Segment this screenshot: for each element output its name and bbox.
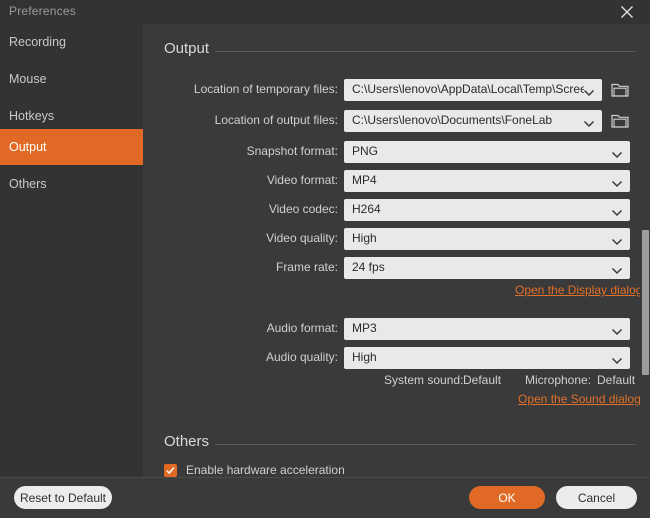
folder-icon <box>611 114 629 133</box>
video-quality-dropdown[interactable]: High <box>344 228 630 250</box>
dropdown-value: High <box>352 231 377 245</box>
dropdown-value: MP3 <box>352 321 377 335</box>
video-format-dropdown[interactable]: MP4 <box>344 170 630 192</box>
chevron-down-icon <box>611 353 623 365</box>
settings-scrollbar-track[interactable] <box>640 24 650 477</box>
folder-icon <box>611 83 629 102</box>
dropdown-value: 24 fps <box>352 260 385 274</box>
system-sound-label: System sound: <box>384 373 464 387</box>
sidebar-item-label: Output <box>9 140 47 154</box>
sidebar-item-others[interactable]: Others <box>0 166 143 202</box>
dropdown-value: MP4 <box>352 173 377 187</box>
settings-scrollbar-thumb[interactable] <box>642 230 649 375</box>
hardware-acceleration-label: Enable hardware acceleration <box>186 463 345 477</box>
video-codec-dropdown[interactable]: H264 <box>344 199 630 221</box>
chevron-down-icon <box>611 234 623 246</box>
sidebar-item-mouse[interactable]: Mouse <box>0 61 143 97</box>
chevron-down-icon <box>583 116 595 128</box>
dropdown-value: C:\Users\lenovo\Documents\FoneLab <box>352 113 553 127</box>
sidebar-item-output[interactable]: Output <box>0 129 143 165</box>
microphone-value: Default <box>597 373 636 387</box>
dropdown-value: High <box>352 350 377 364</box>
close-icon <box>619 4 635 20</box>
frame-rate-dropdown[interactable]: 24 fps <box>344 257 630 279</box>
chevron-down-icon <box>611 176 623 188</box>
cancel-button[interactable]: Cancel <box>556 486 637 509</box>
chevron-down-icon <box>611 147 623 159</box>
setting-row-video-format: Video format: MP4 <box>143 170 636 192</box>
setting-row-video-quality: Video quality: High <box>143 228 636 250</box>
audio-quality-dropdown[interactable]: High <box>344 347 630 369</box>
reset-to-default-button[interactable]: Reset to Default <box>14 486 112 509</box>
row-label: Video format: <box>266 173 338 187</box>
temp-location-browse-button[interactable] <box>611 81 629 98</box>
row-label: Audio quality: <box>265 350 338 364</box>
close-button[interactable] <box>612 0 642 24</box>
section-header-output: Output <box>143 40 636 60</box>
snapshot-format-dropdown[interactable]: PNG <box>344 141 630 163</box>
open-display-dialog-link[interactable]: Open the Display dialog <box>515 283 642 297</box>
section-divider <box>215 51 636 52</box>
dropdown-value: C:\Users\lenovo\AppData\Local\Temp\Scree… <box>352 82 584 96</box>
sidebar: Recording Mouse Hotkeys Output Others <box>0 24 143 477</box>
section-header-others: Others <box>143 433 636 453</box>
setting-row-snapshot-format: Snapshot format: PNG <box>143 141 636 163</box>
window-title: Preferences <box>9 4 76 18</box>
setting-row-output-location: Location of output files: C:\Users\lenov… <box>143 110 636 132</box>
row-label: Location of temporary files: <box>193 82 338 96</box>
setting-row-video-codec: Video codec: H264 <box>143 199 636 221</box>
sidebar-item-label: Hotkeys <box>9 109 55 123</box>
temp-location-dropdown[interactable]: C:\Users\lenovo\AppData\Local\Temp\Scree… <box>344 79 602 101</box>
section-title: Output <box>164 40 210 57</box>
row-label: Video codec: <box>268 202 338 216</box>
sidebar-item-recording[interactable]: Recording <box>0 24 143 60</box>
microphone-label: Microphone: <box>525 373 592 387</box>
row-label: Snapshot format: <box>246 144 338 158</box>
preferences-window: Preferences Recording Mouse Hotkeys Outp… <box>0 0 650 518</box>
sidebar-item-label: Others <box>9 177 47 191</box>
audio-format-dropdown[interactable]: MP3 <box>344 318 630 340</box>
section-divider <box>215 444 636 445</box>
hardware-acceleration-checkbox[interactable] <box>164 464 177 477</box>
row-label: Location of output files: <box>214 113 338 127</box>
settings-panel: Output Location of temporary files: C:\U… <box>143 24 650 477</box>
dropdown-value: H264 <box>352 202 381 216</box>
chevron-down-icon <box>611 324 623 336</box>
dropdown-value: PNG <box>352 144 379 158</box>
output-location-dropdown[interactable]: C:\Users\lenovo\Documents\FoneLab <box>344 110 602 132</box>
chevron-down-icon <box>611 263 623 275</box>
row-label: Frame rate: <box>275 260 338 274</box>
output-location-browse-button[interactable] <box>611 112 629 129</box>
setting-row-audio-format: Audio format: MP3 <box>143 318 636 340</box>
open-sound-dialog-link[interactable]: Open the Sound dialog <box>518 392 641 406</box>
section-title: Others <box>164 433 210 450</box>
footer-bar: Reset to Default OK Cancel <box>0 477 650 518</box>
setting-row-frame-rate: Frame rate: 24 fps <box>143 257 636 279</box>
setting-row-audio-quality: Audio quality: High <box>143 347 636 369</box>
sidebar-item-label: Recording <box>9 35 66 49</box>
system-sound-value: Default <box>463 373 502 387</box>
sidebar-item-label: Mouse <box>9 72 47 86</box>
setting-row-temp-location: Location of temporary files: C:\Users\le… <box>143 79 636 101</box>
chevron-down-icon <box>583 85 595 97</box>
ok-button[interactable]: OK <box>469 486 545 509</box>
row-label: Video quality: <box>266 231 338 245</box>
row-label: Audio format: <box>266 321 338 335</box>
chevron-down-icon <box>611 205 623 217</box>
title-bar: Preferences <box>0 0 650 24</box>
